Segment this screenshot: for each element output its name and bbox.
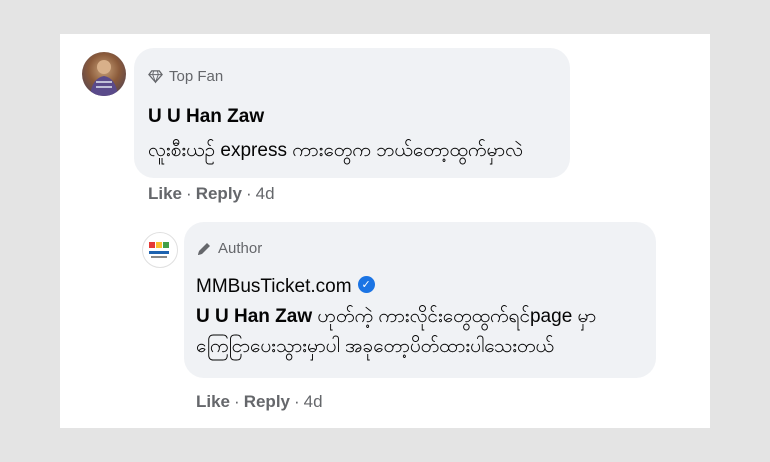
mention-link[interactable]: U U Han Zaw [196,306,312,327]
comment-author[interactable]: U U Han Zaw [148,106,264,128]
page-avatar[interactable] [142,232,178,268]
comment-timestamp[interactable]: 4d [256,184,275,204]
reply-text-line-1: U U Han Zaw ဟုတ်ကဲ့ ကားလိုင်းတွေထွက်ရင်p… [196,302,596,332]
reply-author[interactable]: MMBusTicket.com ✓ [196,276,375,298]
top-fan-badge: Top Fan [148,68,223,85]
reply-button[interactable]: Reply [196,184,242,204]
comment-thread-card: Top Fan U U Han Zaw လူးစီးယဥ် express ကာ… [60,34,710,428]
like-button[interactable]: Like [196,392,230,412]
verified-badge-icon: ✓ [357,276,375,294]
badge-label: Top Fan [169,68,224,85]
comment-bubble: Top Fan U U Han Zaw လူးစီးယဥ် express ကာ… [134,48,570,178]
badge-label: Author [218,240,263,257]
avatar[interactable] [82,52,126,96]
diamond-icon [148,70,163,84]
pencil-icon [198,242,210,255]
reply-bubble: Author MMBusTicket.com ✓ U U Han Zaw ဟုတ်… [184,222,656,378]
comment-actions: Like · Reply · 4d [148,184,275,204]
author-badge: Author [196,240,262,257]
reply-actions: Like · Reply · 4d [196,392,323,412]
separator: · [246,184,252,203]
reply-author-name[interactable]: MMBusTicket.com [196,276,352,297]
comment-text: လူးစီးယဥ် express ကားတွေက ဘယ်တော့ထွက်မှာ… [148,140,523,161]
reply-button[interactable]: Reply [244,392,290,412]
reply-text-line-2: ကြေငြာပေးသွားမှာပါ အခုတော့ပိတ်ထားပါသေးတယ… [196,336,554,357]
separator: · [186,184,192,203]
separator: · [234,392,240,411]
avatar-photo-icon [90,60,118,96]
separator: · [294,392,300,411]
reply-text: ဟုတ်ကဲ့ ကားလိုင်းတွေထွက်ရင်page မှာ [312,306,597,327]
mmbusticket-logo-icon [149,242,169,258]
reply-timestamp[interactable]: 4d [304,392,323,412]
like-button[interactable]: Like [148,184,182,204]
